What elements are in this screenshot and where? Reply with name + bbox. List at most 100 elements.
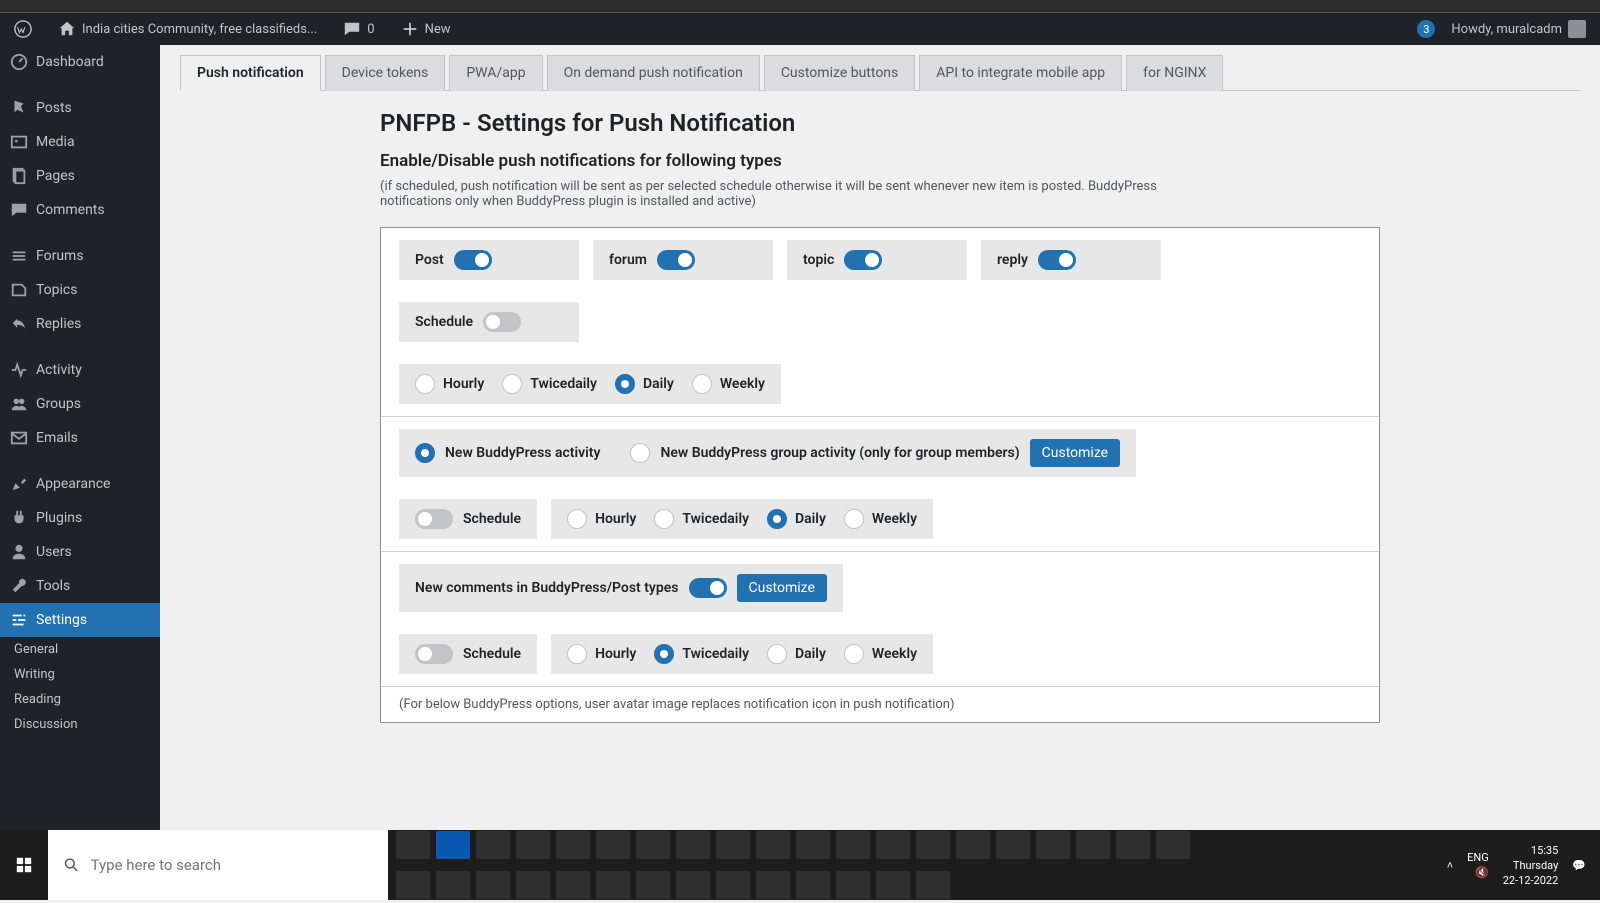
reply-toggle[interactable] [1038, 250, 1076, 270]
mail-icon[interactable] [556, 831, 590, 859]
app-icon[interactable] [796, 871, 830, 899]
ubuntu-icon[interactable] [676, 871, 710, 899]
calc-icon[interactable] [956, 831, 990, 859]
bp-weekly-radio[interactable] [844, 509, 864, 529]
app-icon[interactable] [876, 871, 910, 899]
tab-pwa-app[interactable]: PWA/app [449, 55, 542, 91]
customize-button-2[interactable]: Customize [737, 574, 827, 602]
photos-icon[interactable] [636, 831, 670, 859]
nav-groups[interactable]: Groups [0, 387, 160, 421]
wp-logo[interactable] [8, 20, 38, 38]
nav-pages[interactable]: Pages [0, 159, 160, 193]
customize-button-1[interactable]: Customize [1030, 439, 1120, 467]
weekly-radio[interactable] [692, 374, 712, 394]
nav-settings[interactable]: Settings [0, 603, 160, 637]
nav-sub-discussion[interactable]: Discussion [0, 712, 160, 737]
nav-media[interactable]: Media [0, 125, 160, 159]
nav-topics[interactable]: Topics [0, 273, 160, 307]
notifications-icon[interactable]: 💬 [1572, 859, 1586, 872]
cm-weekly-radio[interactable] [844, 644, 864, 664]
nav-plugins[interactable]: Plugins [0, 501, 160, 535]
daily-radio[interactable] [615, 374, 635, 394]
app-icon[interactable] [916, 831, 950, 859]
tab-api[interactable]: API to integrate mobile app [919, 55, 1122, 91]
store-icon[interactable] [516, 831, 550, 859]
nav-dashboard[interactable]: Dashboard [0, 45, 160, 79]
explorer-icon[interactable] [476, 831, 510, 859]
chevron-up-icon[interactable]: ˄ [1447, 859, 1453, 872]
app-icon[interactable] [836, 871, 870, 899]
app-icon[interactable] [756, 831, 790, 859]
app-icon[interactable] [796, 831, 830, 859]
tab-push-notification[interactable]: Push notification [180, 55, 321, 91]
nav-posts[interactable]: Posts [0, 91, 160, 125]
post-toggle[interactable] [454, 250, 492, 270]
word-icon[interactable] [596, 831, 630, 859]
powershell-icon[interactable] [596, 871, 630, 899]
app-icon[interactable] [836, 831, 870, 859]
clock-time[interactable]: 15:35 [1531, 844, 1558, 857]
settings-app-icon[interactable] [676, 831, 710, 859]
cm-twicedaily-radio[interactable] [654, 644, 674, 664]
app-icon[interactable] [476, 871, 510, 899]
bp-twicedaily-radio[interactable] [654, 509, 674, 529]
nav-sub-writing[interactable]: Writing [0, 662, 160, 687]
schedule-toggle[interactable] [483, 312, 521, 332]
mute-icon[interactable]: 🔇 [1475, 866, 1489, 879]
excel-icon[interactable] [716, 831, 750, 859]
nav-sub-general[interactable]: General [0, 637, 160, 662]
cm-schedule-toggle[interactable] [415, 644, 453, 664]
lang-indicator[interactable]: ENG [1467, 851, 1489, 864]
terminal-icon[interactable] [436, 871, 470, 899]
tab-on-demand[interactable]: On demand push notification [547, 55, 760, 91]
comments-link[interactable]: 0 [337, 20, 380, 38]
howdy-link[interactable]: Howdy, muralcadm [1445, 20, 1592, 38]
vscode-icon[interactable] [636, 871, 670, 899]
comments-toggle[interactable] [689, 578, 727, 598]
opera-icon[interactable] [916, 871, 950, 899]
new-bp-activity-radio[interactable] [415, 443, 435, 463]
twicedaily-radio[interactable] [502, 374, 522, 394]
nav-tools[interactable]: Tools [0, 569, 160, 603]
filezilla-icon[interactable] [1116, 831, 1150, 859]
clock-icon[interactable] [1156, 831, 1190, 859]
nav-emails[interactable]: Emails [0, 421, 160, 455]
nav-appearance[interactable]: Appearance [0, 467, 160, 501]
cm-daily-radio[interactable] [767, 644, 787, 664]
nav-comments[interactable]: Comments [0, 193, 160, 227]
bp-hourly-radio[interactable] [567, 509, 587, 529]
chrome-icon[interactable] [396, 871, 430, 899]
word2-icon[interactable] [1036, 831, 1070, 859]
forum-toggle[interactable] [657, 250, 695, 270]
tab-device-tokens[interactable]: Device tokens [325, 55, 446, 91]
vlc-icon[interactable] [996, 831, 1030, 859]
paint-icon[interactable] [1076, 831, 1110, 859]
app-icon[interactable] [556, 871, 590, 899]
edge-icon[interactable] [436, 831, 470, 859]
nav-sub-reading[interactable]: Reading [0, 687, 160, 712]
bp-daily-radio[interactable] [767, 509, 787, 529]
tab-customize-buttons[interactable]: Customize buttons [764, 55, 915, 91]
nav-activity[interactable]: Activity [0, 353, 160, 387]
new-link[interactable]: New [395, 20, 457, 38]
app-icon[interactable] [756, 871, 790, 899]
tab-nginx[interactable]: for NGINX [1126, 55, 1223, 91]
hourly-radio[interactable] [415, 374, 435, 394]
nav-forums[interactable]: Forums [0, 239, 160, 273]
start-button[interactable] [0, 830, 48, 900]
nav-label: Pages [36, 168, 75, 184]
app-icon[interactable] [516, 871, 550, 899]
topic-toggle[interactable] [844, 250, 882, 270]
notif-badge[interactable]: 3 [1417, 20, 1435, 38]
app-icon[interactable] [716, 871, 750, 899]
cm-hourly-radio[interactable] [567, 644, 587, 664]
nav-replies[interactable]: Replies [0, 307, 160, 341]
search-input[interactable] [91, 856, 372, 874]
bp-schedule-toggle[interactable] [415, 509, 453, 529]
nav-users[interactable]: Users [0, 535, 160, 569]
video-icon[interactable] [876, 831, 910, 859]
new-bp-group-radio[interactable] [630, 443, 650, 463]
taskview-icon[interactable] [396, 831, 430, 859]
site-name-link[interactable]: India cities Community, free classifieds… [52, 20, 323, 38]
taskbar-search[interactable] [48, 830, 388, 900]
